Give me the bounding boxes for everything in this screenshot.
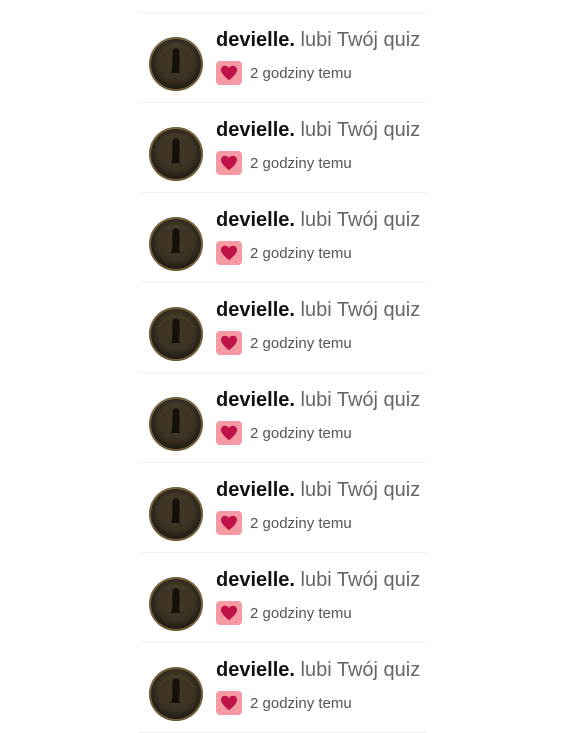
notification-item[interactable]: devielle. lubi Twój quiz 2 godziny temu [139,643,427,733]
notification-text: devielle. lubi Twój quiz [216,298,420,322]
avatar-image [159,677,193,711]
action-text: lubi Twój quiz [300,299,421,321]
timestamp: 2 godziny temu [250,424,352,442]
notification-meta: 2 godziny temu [216,511,352,535]
avatar[interactable] [149,307,203,361]
notification-item[interactable]: devielle. lubi Twój quiz 2 godziny temu [139,553,427,643]
avatar-image [159,497,193,531]
timestamp: 2 godziny temu [250,154,352,172]
username[interactable]: devielle. [216,119,295,141]
avatar[interactable] [149,217,203,271]
notification-item[interactable]: devielle. lubi Twój quiz 2 godziny temu [139,283,427,373]
heart-icon [216,61,242,85]
action-text: lubi Twój quiz [300,659,421,681]
heart-icon [216,421,242,445]
notification-item[interactable]: devielle. lubi Twój quiz 2 godziny temu [139,13,427,103]
notification-text: devielle. lubi Twój quiz [216,118,420,142]
notification-meta: 2 godziny temu [216,151,352,175]
timestamp: 2 godziny temu [250,334,352,352]
avatar-image [159,137,193,171]
heart-icon [216,691,242,715]
notification-item[interactable]: devielle. lubi Twój quiz 2 godziny temu [139,193,427,283]
notification-meta: 2 godziny temu [216,691,352,715]
username[interactable]: devielle. [216,479,295,501]
avatar-image [159,407,193,441]
heart-icon [216,601,242,625]
avatar-image [159,587,193,621]
notification-feed: devielle. lubi Twój quiz 2 godziny temu … [139,12,427,733]
username[interactable]: devielle. [216,569,295,591]
notification-text: devielle. lubi Twój quiz [216,658,420,682]
notification-meta: 2 godziny temu [216,241,352,265]
heart-icon [216,151,242,175]
timestamp: 2 godziny temu [250,514,352,532]
notification-text: devielle. lubi Twój quiz [216,568,420,592]
notification-text: devielle. lubi Twój quiz [216,208,420,232]
notification-text: devielle. lubi Twój quiz [216,388,420,412]
avatar-image [159,227,193,261]
username[interactable]: devielle. [216,389,295,411]
heart-icon [216,331,242,355]
avatar[interactable] [149,577,203,631]
avatar[interactable] [149,127,203,181]
action-text: lubi Twój quiz [300,479,421,501]
action-text: lubi Twój quiz [300,209,421,231]
avatar[interactable] [149,487,203,541]
avatar-image [159,317,193,351]
notification-meta: 2 godziny temu [216,331,352,355]
action-text: lubi Twój quiz [300,29,421,51]
username[interactable]: devielle. [216,299,295,321]
action-text: lubi Twój quiz [300,569,421,591]
timestamp: 2 godziny temu [250,64,352,82]
notification-item[interactable]: devielle. lubi Twój quiz 2 godziny temu [139,463,427,553]
username[interactable]: devielle. [216,29,295,51]
avatar[interactable] [149,37,203,91]
avatar-image [159,47,193,81]
username[interactable]: devielle. [216,209,295,231]
heart-icon [216,511,242,535]
notification-meta: 2 godziny temu [216,601,352,625]
notification-item[interactable]: devielle. lubi Twój quiz 2 godziny temu [139,103,427,193]
notification-item[interactable]: devielle. lubi Twój quiz 2 godziny temu [139,373,427,463]
avatar[interactable] [149,397,203,451]
notification-text: devielle. lubi Twój quiz [216,478,420,502]
action-text: lubi Twój quiz [300,389,421,411]
notification-text: devielle. lubi Twój quiz [216,28,420,52]
notification-meta: 2 godziny temu [216,421,352,445]
timestamp: 2 godziny temu [250,694,352,712]
notification-meta: 2 godziny temu [216,61,352,85]
timestamp: 2 godziny temu [250,244,352,262]
username[interactable]: devielle. [216,659,295,681]
avatar[interactable] [149,667,203,721]
timestamp: 2 godziny temu [250,604,352,622]
heart-icon [216,241,242,265]
action-text: lubi Twój quiz [300,119,421,141]
